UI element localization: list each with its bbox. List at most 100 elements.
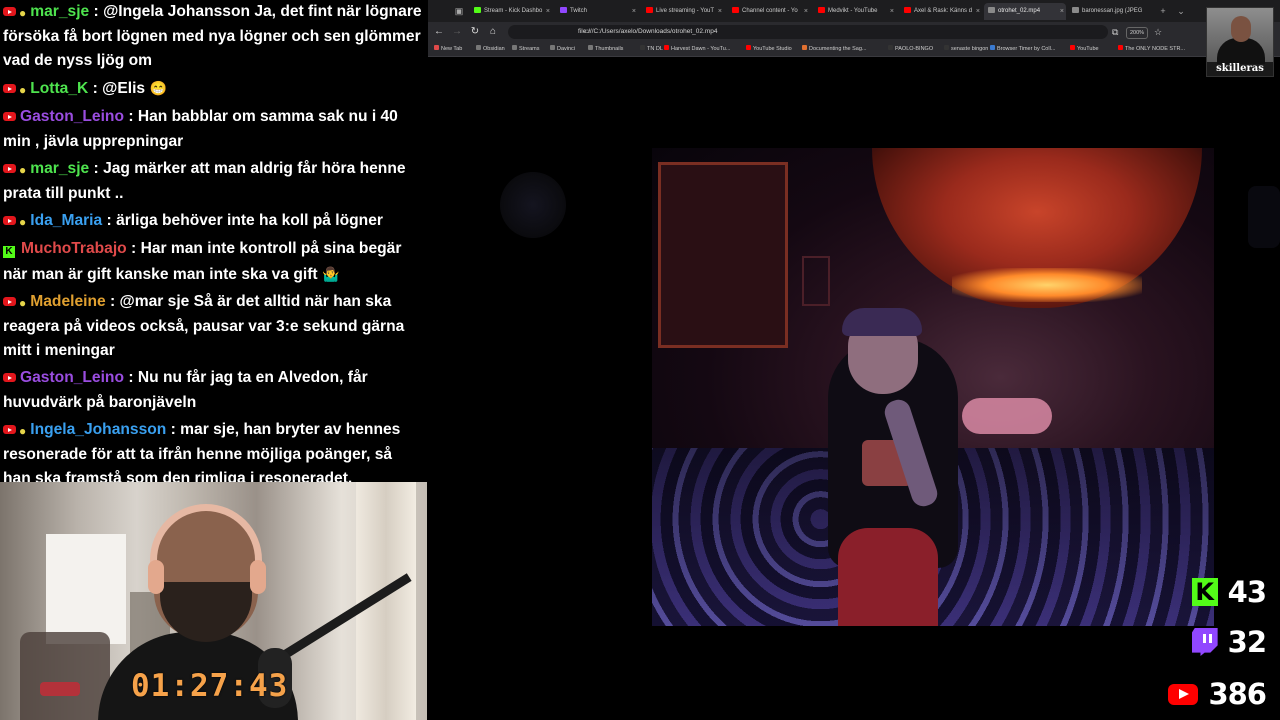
- bookmark-item[interactable]: YouTube: [1070, 44, 1099, 54]
- bookmark-label: The ONLY NODE STR...: [1125, 46, 1186, 52]
- background-object: [40, 682, 80, 696]
- bookmark-favicon-icon: [664, 45, 669, 50]
- bookmark-label: Davinci: [557, 46, 576, 52]
- bookmark-item[interactable]: The ONLY NODE STR...: [1118, 44, 1185, 54]
- browser-tab[interactable]: baronessan.jpg (JPEG bild: [1068, 3, 1144, 20]
- bookmark-favicon-icon: [990, 45, 995, 50]
- chat-message: Gaston_Leino : Han babblar om samma sak …: [3, 106, 398, 150]
- tab-close-icon[interactable]: ×: [546, 3, 550, 20]
- bookmark-label: PAOLO-BINGO: [895, 46, 934, 52]
- chat-message: ● mar_sje : Jag märker att man aldrig får…: [3, 160, 406, 202]
- chat-username[interactable]: mar_sje: [30, 3, 89, 20]
- bookmark-item[interactable]: PAOLO-BINGO: [888, 44, 933, 54]
- browser-tab[interactable]: Live streaming - YouT ×: [642, 3, 724, 20]
- file-icon: ▭: [584, 28, 591, 35]
- wall-picture-frame: [658, 162, 788, 348]
- browser-tab[interactable]: Stream - Kick Dashbo ×: [470, 3, 552, 20]
- zoom-level[interactable]: 200%: [1126, 27, 1148, 39]
- bookmark-item[interactable]: YouTube Studio: [746, 44, 792, 54]
- chat-badges: K: [3, 238, 17, 262]
- chat-message: ● Ingela_Johansson : mar sje, han bryter …: [0, 418, 427, 482]
- bookmark-label: TN DL: [647, 46, 663, 52]
- bookmark-item[interactable]: Harvest Dawn - YouTu...: [664, 44, 730, 54]
- forward-icon[interactable]: →: [450, 25, 464, 39]
- video-player[interactable]: [652, 148, 1214, 626]
- tab-close-icon[interactable]: ×: [976, 3, 980, 20]
- tab-favicon-icon: [1072, 7, 1079, 13]
- tab-favicon-icon: [560, 7, 567, 13]
- url-field[interactable]: file:///C:/Users/axelo/Downloads/otrohet…: [508, 25, 1108, 39]
- bookmark-favicon-icon: [476, 45, 481, 50]
- browser-tab[interactable]: Medvikt - YouTube ×: [814, 3, 896, 20]
- headphone-cup-right: [250, 560, 266, 594]
- video-person-bandana: [842, 308, 922, 336]
- browser-tab[interactable]: otrohet_02.mp4 ×: [984, 3, 1066, 20]
- tab-label: Medvikt - YouTube: [828, 8, 878, 14]
- tab-close-icon[interactable]: ×: [890, 3, 894, 20]
- chat-username[interactable]: Ingela_Johansson: [30, 421, 166, 438]
- chat-username[interactable]: Gaston_Leino: [20, 108, 124, 125]
- chat-username[interactable]: Lotta_K: [30, 80, 88, 97]
- chat-username[interactable]: MuchoTrabajo: [21, 240, 127, 257]
- browser-tab[interactable]: Axel & Rask: Känns d ×: [900, 3, 982, 20]
- bookmark-item[interactable]: Documenting the Sag...: [802, 44, 866, 54]
- headphones: [150, 504, 262, 574]
- chat-panel: ● mar_sje : @Ingela Johansson Ja, det fin…: [0, 0, 427, 482]
- browser-tab[interactable]: Channel content - Yo ×: [728, 3, 810, 20]
- bookmark-item[interactable]: Streams: [512, 44, 539, 54]
- tab-close-icon[interactable]: ×: [718, 3, 722, 20]
- bookmark-item[interactable]: Browser Timer by Coll...: [990, 44, 1055, 54]
- kick-badge-icon: K: [3, 246, 15, 258]
- viewer-count-number: 386: [1208, 677, 1267, 711]
- chat-badges: [3, 106, 16, 130]
- reload-icon[interactable]: ↻: [468, 25, 482, 39]
- lightbulb-badge-icon: ●: [19, 6, 27, 20]
- youtube-badge-icon: [3, 7, 16, 16]
- tab-label: Live streaming - YouT: [656, 8, 715, 14]
- chat-emoji: 🤷‍♂️: [321, 266, 340, 282]
- bookmark-label: YouTube: [1077, 46, 1099, 52]
- bookmark-item[interactable]: Thumbnails: [588, 44, 623, 54]
- streamer-badge: skilleras: [1206, 7, 1274, 77]
- youtube-badge-icon: [3, 297, 16, 306]
- lightbulb-badge-icon: ●: [19, 83, 27, 97]
- tab-overview-icon[interactable]: ▣: [452, 4, 466, 18]
- tab-close-icon[interactable]: ×: [1060, 3, 1064, 20]
- chat-message: ● Madeleine : @mar sje Så är det alltid n…: [3, 293, 405, 359]
- chat-message: K MuchoTrabajo : Har man inte kontroll på…: [0, 237, 427, 290]
- tab-menu-chevron-icon[interactable]: ⌄: [1174, 4, 1188, 18]
- chat-username[interactable]: Madeleine: [30, 293, 105, 310]
- chat-message: ● Lotta_K : @Elis 😁: [0, 76, 427, 105]
- bookmark-item[interactable]: Obsidian: [476, 44, 505, 54]
- bookmark-label: Documenting the Sag...: [809, 46, 867, 52]
- chat-username[interactable]: Ida_Maria: [30, 212, 102, 229]
- bookmark-item[interactable]: Davinci: [550, 44, 575, 54]
- bookmark-label: New Tab: [441, 46, 463, 52]
- tab-favicon-icon: [904, 7, 911, 13]
- youtube-badge-icon: [3, 164, 16, 173]
- new-tab-icon[interactable]: +: [1156, 4, 1170, 18]
- browser-window: ▣ Stream - Kick Dashbo × Twitch × Live strea…: [428, 0, 1280, 720]
- tab-close-icon[interactable]: ×: [804, 3, 808, 20]
- chat-username[interactable]: Gaston_Leino: [20, 369, 124, 386]
- kick-viewer-count: 43: [1191, 574, 1267, 610]
- bookmark-item[interactable]: New Tab: [434, 44, 462, 54]
- back-icon[interactable]: ←: [432, 25, 446, 39]
- extension-icon[interactable]: ⧉: [1112, 26, 1118, 38]
- home-icon[interactable]: ⌂: [486, 25, 500, 39]
- tab-label: Axel & Rask: Känns d: [914, 8, 973, 14]
- youtube-badge-icon: [3, 373, 16, 382]
- tab-label: Channel content - Yo: [742, 8, 798, 14]
- bookmark-item[interactable]: TN DL: [640, 44, 663, 54]
- chat-text: ärliga behöver inte ha koll på lögner: [116, 212, 383, 229]
- browser-tab[interactable]: Twitch ×: [556, 3, 638, 20]
- streamer-name: skilleras: [1216, 63, 1264, 74]
- bookmark-label: senaste bingon: [951, 46, 989, 52]
- chat-username[interactable]: mar_sje: [30, 160, 89, 177]
- chat-message: Gaston_Leino : Nu nu får jag ta en Alved…: [3, 369, 368, 411]
- chat-message: ● Ida_Maria : ärliga behöver inte ha koll…: [0, 209, 427, 237]
- bookmark-item[interactable]: senaste bingon: [944, 44, 988, 54]
- bookmark-star-icon[interactable]: ☆: [1154, 26, 1162, 38]
- bookmark-label: Harvest Dawn - YouTu...: [671, 46, 731, 52]
- tab-close-icon[interactable]: ×: [632, 3, 636, 20]
